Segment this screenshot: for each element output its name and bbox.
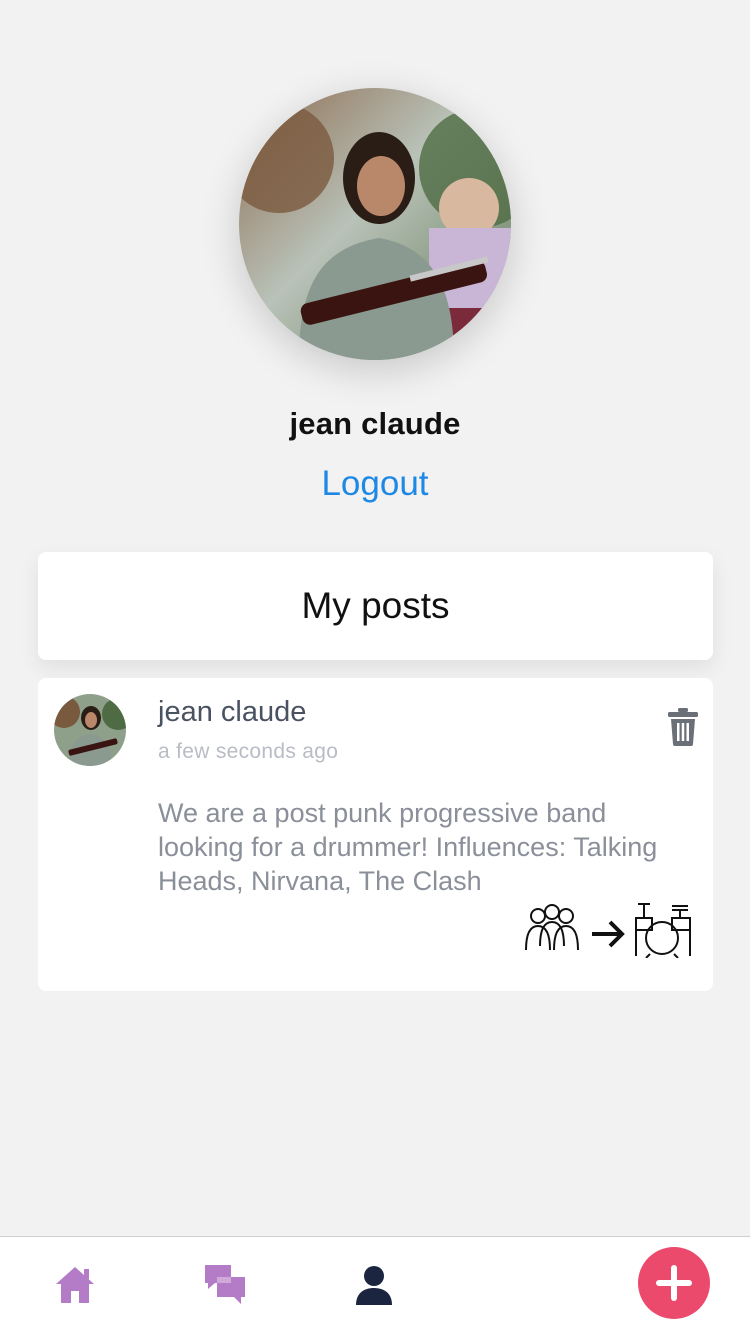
post-body: We are a post punk progressive band look…	[158, 798, 658, 896]
my-posts-title: My posts	[301, 585, 450, 626]
home-icon	[56, 1267, 94, 1303]
profile-avatar	[239, 88, 511, 360]
trash-icon	[668, 708, 698, 746]
band-members-icon	[525, 904, 579, 951]
bottom-nav	[0, 1236, 750, 1334]
post-card: jean claude a few seconds ago We are a p…	[38, 678, 713, 991]
add-post-button[interactable]	[638, 1247, 710, 1319]
arrow-right-icon	[592, 920, 625, 948]
profile-photo	[239, 88, 511, 360]
profile-icon	[356, 1266, 392, 1305]
post-author: jean claude	[158, 696, 307, 728]
delete-post-button[interactable]	[668, 708, 698, 746]
nav-profile-button[interactable]	[354, 1265, 394, 1305]
nav-chat-button[interactable]	[203, 1263, 247, 1305]
logout-link[interactable]: Logout	[0, 464, 750, 504]
post-tag-icons	[522, 900, 700, 959]
post-timestamp: a few seconds ago	[158, 740, 339, 763]
drum-kit-icon	[635, 903, 691, 959]
profile-name: jean claude	[289, 406, 461, 441]
nav-home-button[interactable]	[54, 1263, 96, 1305]
plus-icon	[656, 1265, 692, 1301]
post-author-avatar	[54, 694, 126, 766]
my-posts-header: My posts	[38, 552, 713, 660]
profile-screen: jean claude Logout My posts jean claude …	[0, 0, 750, 1334]
chat-icon	[205, 1265, 245, 1304]
post-author-photo	[54, 694, 126, 766]
band-to-drummer-icons	[525, 903, 691, 959]
